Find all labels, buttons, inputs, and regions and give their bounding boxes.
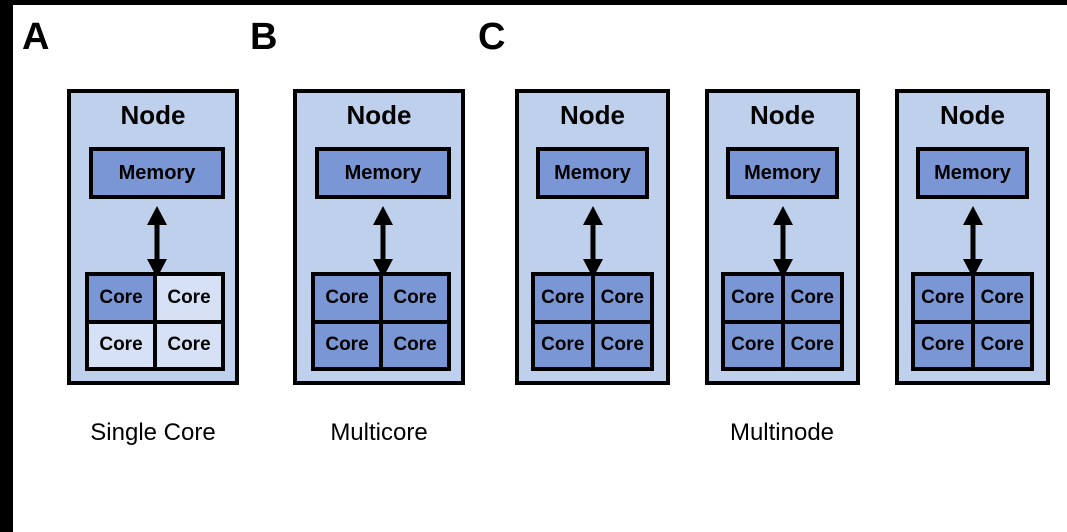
- panel-letter-a: A: [22, 16, 50, 58]
- node-title-b-1: Node: [346, 100, 412, 130]
- panel-letter-c: C: [478, 16, 506, 58]
- node-box-c-2: Node Memory Core Core Core Core: [705, 89, 860, 385]
- core-c-3-2: Core: [915, 323, 971, 367]
- core-a-1-0: Core: [89, 276, 153, 320]
- core-c-1-0: Core: [535, 276, 591, 320]
- core-a-1-1: Core: [157, 276, 221, 320]
- memory-box-a-1: Memory: [89, 147, 225, 199]
- node-title-c-3: Node: [940, 100, 1005, 130]
- node-title-c-1: Node: [560, 100, 625, 130]
- core-b-1-2: Core: [315, 323, 379, 367]
- core-grid-a-1: Core Core Core Core: [85, 272, 225, 371]
- panel-letter-b: B: [250, 16, 278, 58]
- panel-caption-c: Multinode: [729, 419, 835, 446]
- core-c-1-2: Core: [535, 323, 591, 367]
- memory-box-b-1: Memory: [315, 147, 451, 199]
- node-title-c-2: Node: [750, 100, 815, 130]
- core-c-1-3: Core: [594, 323, 650, 367]
- node-title-a-1: Node: [120, 100, 186, 130]
- core-b-1-0: Core: [315, 276, 379, 320]
- core-c-2-0: Core: [725, 276, 781, 320]
- node-box-b-1: Node Memory Core Core Core Core: [293, 89, 465, 385]
- core-c-2-3: Core: [784, 323, 840, 367]
- left-edge-band: [0, 0, 13, 532]
- core-b-1-3: Core: [383, 323, 447, 367]
- core-c-3-3: Core: [974, 323, 1030, 367]
- core-grid-b-1: Core Core Core Core: [311, 272, 451, 371]
- panel-caption-b: Multicore: [330, 419, 428, 446]
- core-c-3-0: Core: [915, 276, 971, 320]
- memory-box-c-3: Memory: [916, 147, 1029, 199]
- memory-box-c-1: Memory: [536, 147, 649, 199]
- core-a-1-2: Core: [89, 323, 153, 367]
- panel-caption-a: Single Core: [90, 419, 216, 446]
- core-grid-c-3: Core Core Core Core: [911, 272, 1034, 371]
- core-c-1-1: Core: [594, 276, 650, 320]
- core-c-2-1: Core: [784, 276, 840, 320]
- core-grid-c-2: Core Core Core Core: [721, 272, 844, 371]
- core-c-2-2: Core: [725, 323, 781, 367]
- core-b-1-1: Core: [383, 276, 447, 320]
- node-box-a-1: Node Memory Core Core Core Core: [67, 89, 239, 385]
- figure-canvas: A Node Memory Core Core Core Core Single…: [0, 0, 1067, 532]
- node-box-c-1: Node Memory Core Core Core Core: [515, 89, 670, 385]
- core-grid-c-1: Core Core Core Core: [531, 272, 654, 371]
- core-a-1-3: Core: [157, 323, 221, 367]
- memory-box-c-2: Memory: [726, 147, 839, 199]
- core-c-3-1: Core: [974, 276, 1030, 320]
- top-edge-band: [0, 0, 1067, 5]
- node-box-c-3: Node Memory Core Core Core Core: [895, 89, 1050, 385]
